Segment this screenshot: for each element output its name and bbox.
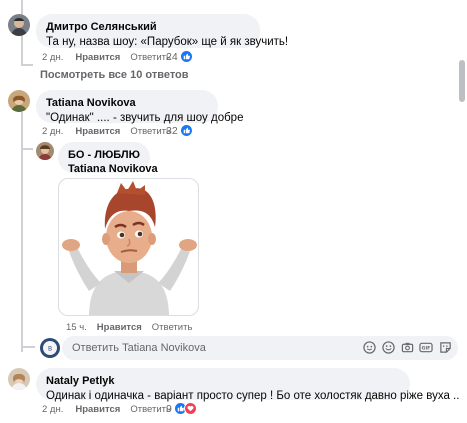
avatar[interactable] — [36, 142, 54, 160]
sticker-smile-icon[interactable] — [438, 340, 452, 354]
comment-text: Одинак і одиначка - варіант просто супер… — [46, 390, 460, 402]
reply-input[interactable] — [72, 342, 372, 354]
reply-actions: 15 ч. Нравится Ответить — [66, 322, 192, 333]
shrugging-avatar-sticker[interactable] — [58, 178, 199, 316]
reaction-summary[interactable]: 24 — [166, 50, 193, 63]
comment-author[interactable]: Nataly Petlyk — [46, 374, 400, 388]
reply-author[interactable]: БО - ЛЮБЛЮ — [68, 148, 140, 162]
comment-time[interactable]: 2 дн. — [42, 52, 63, 63]
comment-actions: 2 дн. Нравится Ответить — [42, 52, 171, 63]
reply-button[interactable]: Ответить — [152, 322, 193, 333]
reaction-count: 24 — [166, 50, 178, 63]
reaction-summary[interactable]: 32 — [166, 124, 193, 137]
avatar[interactable] — [8, 368, 30, 390]
reply-mention[interactable]: Tatiana Novikova — [68, 162, 158, 176]
reply-bubble: БО - ЛЮБЛЮ Tatiana Novikova — [58, 142, 158, 176]
comment-actions: 2 дн. Нравится Ответить — [42, 126, 171, 137]
reply-button[interactable]: Ответить — [130, 404, 171, 415]
like-button[interactable]: Нравится — [97, 322, 142, 333]
comment-actions: 2 дн. Нравится Ответить — [42, 404, 171, 415]
like-icon — [179, 124, 193, 137]
reaction-count: 9 — [166, 402, 172, 415]
thread-line — [21, 346, 35, 348]
current-user-avatar[interactable]: B — [40, 338, 60, 358]
comment-time[interactable]: 2 дн. — [42, 126, 63, 137]
gif-icon[interactable]: GIF — [419, 340, 433, 354]
avatar[interactable] — [8, 14, 30, 36]
comment-author[interactable]: Дмитро Селянський — [46, 20, 250, 34]
like-icon — [179, 50, 193, 63]
avatar[interactable] — [8, 90, 30, 112]
memoji-shrug-image — [62, 181, 197, 315]
reply-time[interactable]: 15 ч. — [66, 322, 87, 333]
thread-line-corner — [21, 64, 33, 66]
comment-time[interactable]: 2 дн. — [42, 404, 63, 415]
svg-text:B: B — [48, 346, 52, 353]
comment-bubble: Дмитро Селянський Та ну, назва шоу: «Пар… — [36, 14, 289, 48]
reaction-summary[interactable]: 9 — [166, 402, 197, 415]
sticker-icon[interactable] — [362, 340, 376, 354]
thread-line — [21, 148, 33, 150]
reply-composer: GIF — [62, 336, 458, 360]
svg-text:GIF: GIF — [422, 345, 431, 351]
comment-author[interactable]: Tatiana Novikova — [46, 96, 208, 110]
comment-bubble: Nataly Petlyk Одинак і одиначка - варіан… — [36, 368, 459, 402]
see-all-replies-link[interactable]: Посмотреть все 10 ответов — [40, 69, 189, 81]
like-button[interactable]: Нравится — [75, 52, 120, 63]
camera-icon[interactable] — [400, 340, 414, 354]
scrollbar-thumb[interactable] — [459, 60, 465, 102]
comment-bubble: Tatiana Novikova "Одинак" .... - звучить… — [36, 90, 243, 124]
reaction-count: 32 — [166, 124, 178, 137]
composer-actions: GIF — [362, 340, 452, 354]
reply-button[interactable]: Ответить — [130, 126, 171, 137]
like-button[interactable]: Нравится — [75, 126, 120, 137]
love-icon — [183, 402, 197, 415]
emoji-icon[interactable] — [381, 340, 395, 354]
comment-text: Та ну, назва шоу: «Парубок» ще й як звуч… — [46, 36, 289, 48]
reply-button[interactable]: Ответить — [130, 52, 171, 63]
like-button[interactable]: Нравится — [75, 404, 120, 415]
